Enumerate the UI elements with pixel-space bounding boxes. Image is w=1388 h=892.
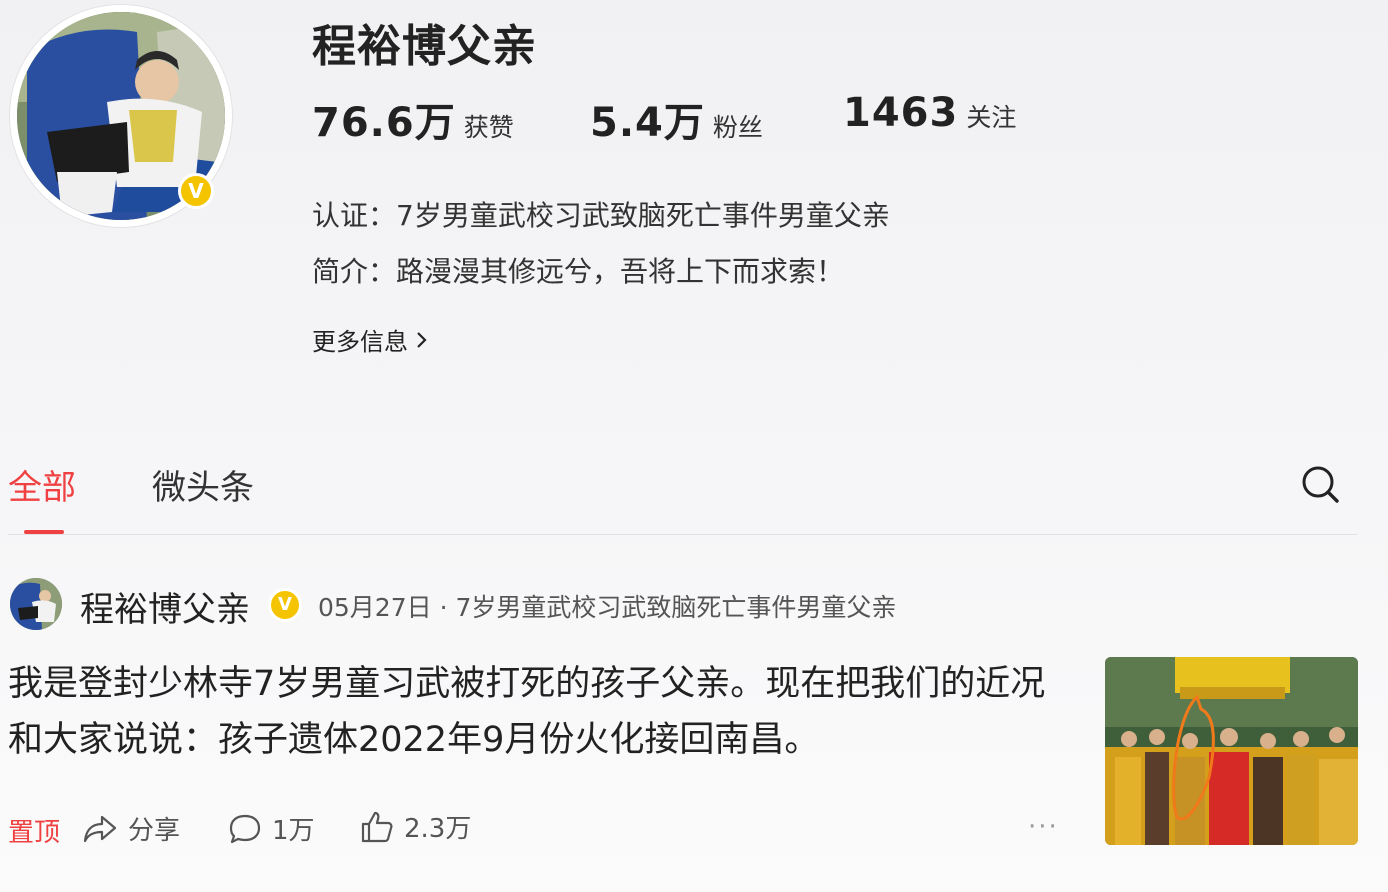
post-thumbnail-image[interactable] bbox=[1105, 657, 1358, 845]
stat-fans[interactable]: 5.4万 粉丝 bbox=[590, 90, 763, 148]
verification-text: 认证：7岁男童武校习武致脑死亡事件男童父亲 bbox=[312, 199, 890, 232]
bio-text: 简介：路漫漫其修远兮，吾将上下而求索！ bbox=[312, 255, 845, 288]
stat-value: 76.6万 bbox=[312, 100, 456, 146]
thumbs-up-icon bbox=[360, 810, 394, 844]
tab-divider bbox=[8, 534, 1358, 535]
verified-badge: V bbox=[178, 173, 214, 209]
chevron-right-icon bbox=[416, 330, 428, 350]
search-icon[interactable] bbox=[1300, 464, 1340, 508]
stat-following[interactable]: 1463 关注 bbox=[843, 90, 1016, 136]
like-button[interactable]: 2.3万 bbox=[360, 808, 471, 845]
comment-icon bbox=[228, 813, 262, 845]
post-text[interactable]: 我是登封少林寺7岁男童习武被打死的孩子父亲。现在把我们的近况和大家说说：孩子遗体… bbox=[8, 656, 1068, 768]
tab-all[interactable]: 全部 bbox=[8, 460, 76, 509]
tab-weitoutiao[interactable]: 微头条 bbox=[152, 460, 254, 509]
more-info-label: 更多信息 bbox=[312, 328, 408, 356]
profile-avatar[interactable]: V bbox=[10, 5, 232, 227]
comment-count: 1万 bbox=[272, 816, 315, 846]
stat-likes[interactable]: 76.6万 获赞 bbox=[312, 90, 514, 148]
share-button[interactable]: 分享 bbox=[82, 810, 180, 847]
post-verified-badge: V bbox=[268, 588, 302, 622]
stat-value: 1463 bbox=[843, 90, 959, 136]
post-author-name[interactable]: 程裕博父亲 bbox=[80, 582, 250, 631]
like-count: 2.3万 bbox=[404, 814, 472, 844]
share-label: 分享 bbox=[128, 816, 181, 846]
comment-button[interactable]: 1万 bbox=[228, 810, 315, 847]
pinned-tag: 置顶 bbox=[8, 818, 61, 848]
more-options-button[interactable]: ··· bbox=[1028, 812, 1059, 842]
more-info-link[interactable]: 更多信息 bbox=[312, 322, 428, 357]
post-meta: 05月27日 · 7岁男童武校习武致脑死亡事件男童父亲 bbox=[318, 593, 897, 622]
stat-label: 获赞 bbox=[463, 113, 514, 142]
stat-label: 关注 bbox=[966, 103, 1017, 132]
post-author-avatar[interactable] bbox=[10, 578, 62, 630]
stat-value: 5.4万 bbox=[590, 100, 705, 146]
share-icon bbox=[82, 813, 118, 845]
profile-name: 程裕博父亲 bbox=[312, 21, 537, 72]
stat-label: 粉丝 bbox=[712, 113, 763, 142]
